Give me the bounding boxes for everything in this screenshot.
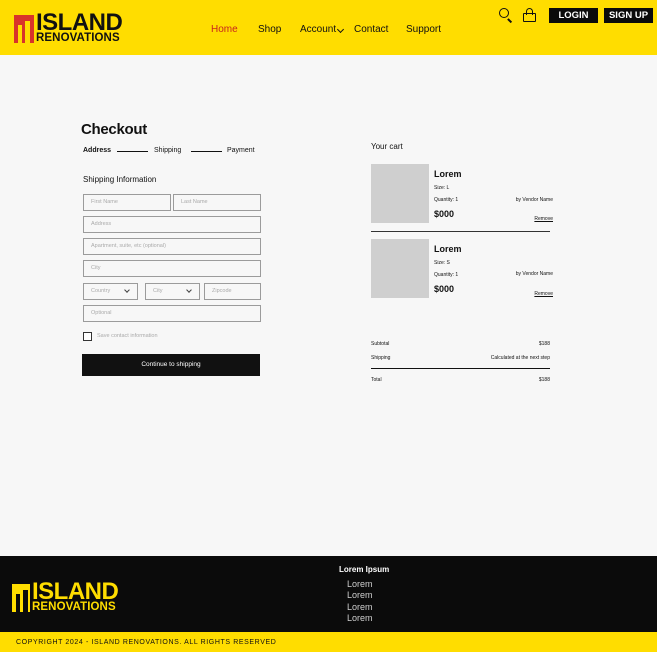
nav-contact[interactable]: Contact [354,24,388,35]
total-value: $188 [538,377,550,383]
cart-item-vendor: by Vendor Name [515,197,553,203]
step-payment[interactable]: Payment [227,147,255,154]
remove-item-link[interactable]: Remove [500,291,553,297]
bag-icon[interactable] [523,8,537,22]
country-select-label: Country [91,288,111,294]
cart-item-name[interactable]: Lorem [434,169,462,179]
optional-field[interactable]: Optional [83,305,261,322]
step-divider [117,151,148,152]
footer-logo[interactable]: ISLAND RENOVATIONS [12,580,119,613]
city-field[interactable]: City [83,260,261,277]
brand-logo[interactable]: ISLAND RENOVATIONS [14,11,123,44]
logo-mark-icon [12,584,30,612]
apartment-field[interactable]: Apartment, suite, etc (optional) [83,238,261,255]
footer-link[interactable]: Lorem [347,590,373,600]
continue-to-shipping-button[interactable]: Continue to shipping [82,354,260,376]
step-address[interactable]: Address [83,147,111,154]
header: ISLAND RENOVATIONS Home Shop Account Con… [0,0,657,55]
chevron-down-icon [186,287,192,293]
first-name-field[interactable]: First Name [83,194,171,211]
logo-mark-icon [14,15,34,43]
copyright-text: COPYRIGHT 2024 - ISLAND RENOVATIONS. ALL… [16,639,277,646]
cart-item-price: $000 [434,284,455,294]
remove-item-link[interactable]: Remove [500,216,553,222]
product-image[interactable] [371,164,429,223]
nav-account[interactable]: Account [300,24,336,35]
nav-shop[interactable]: Shop [258,24,281,35]
cart-divider [371,231,550,232]
cart-item-name[interactable]: Lorem [434,244,462,254]
subtotal-value: $188 [538,341,550,347]
address-field[interactable]: Address [83,216,261,233]
footer: ISLAND RENOVATIONS Lorem Ipsum Lorem Lor… [0,556,657,632]
signup-button[interactable]: SIGN UP [604,8,653,23]
cart-item-quantity: Quantity: 1 [434,197,459,203]
save-contact-checkbox[interactable] [83,332,92,341]
search-icon[interactable] [499,8,513,23]
shipping-information-label: Shipping Information [83,175,157,184]
copyright-bar: COPYRIGHT 2024 - ISLAND RENOVATIONS. ALL… [0,632,657,652]
zipcode-field[interactable]: Zipcode [204,283,261,300]
cart-item-quantity: Quantity: 1 [434,272,459,278]
chevron-down-icon [124,287,130,293]
last-name-field[interactable]: Last Name [173,194,261,211]
footer-link[interactable]: Lorem [347,579,373,589]
city-select-label: City [153,288,163,294]
summary-divider [371,368,550,370]
nav-support[interactable]: Support [406,24,441,35]
cart-title: Your cart [371,142,403,151]
save-contact-label: Save contact information [97,333,158,339]
footer-link[interactable]: Lorem [347,602,373,612]
page-title: Checkout [81,121,147,138]
logo-line2: RENOVATIONS [36,32,120,44]
logo-line2: RENOVATIONS [32,601,116,613]
total-label: Total [371,377,382,383]
cart-item-size: Size: L [434,185,450,191]
cart-item-size: Size: S [434,260,450,266]
product-image[interactable] [371,239,429,298]
nav-home[interactable]: Home [211,24,238,35]
footer-link[interactable]: Lorem [347,613,373,623]
login-button[interactable]: LOGIN [549,8,598,23]
cart-item-price: $000 [434,209,455,219]
chevron-down-icon[interactable] [336,25,345,34]
cart-item-vendor: by Vendor Name [515,271,553,277]
step-divider [191,151,222,152]
country-select[interactable]: Country [83,283,138,300]
shipping-value: Calculated at the next step [490,355,550,361]
subtotal-label: Subtotal [371,341,390,347]
footer-heading: Lorem Ipsum [339,565,390,574]
city-select[interactable]: City [145,283,200,300]
step-shipping[interactable]: Shipping [154,147,181,154]
shipping-label: Shipping [371,355,391,361]
